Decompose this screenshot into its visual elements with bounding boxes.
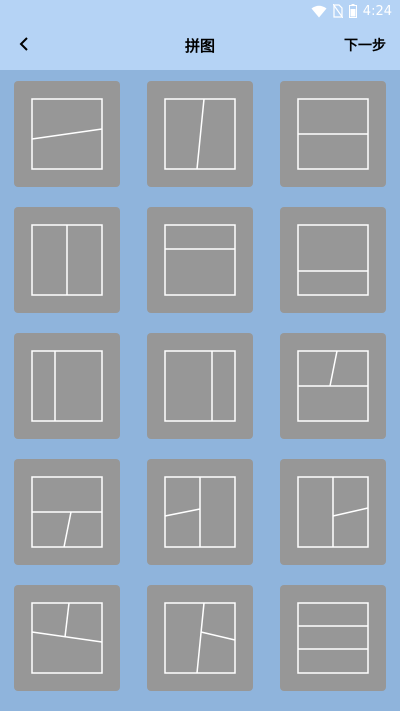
- layout-three-slanted-a-preview: [31, 602, 103, 674]
- layout-three-left-split-preview: [164, 476, 236, 548]
- template-tile-3[interactable]: [280, 81, 386, 187]
- status-bar: 4:24: [0, 0, 400, 22]
- layout-two-right-narrow-preview: [164, 350, 236, 422]
- template-tile-15[interactable]: [280, 585, 386, 691]
- no-sim-icon: [332, 4, 343, 18]
- template-tile-6[interactable]: [280, 207, 386, 313]
- template-grid: [0, 70, 400, 711]
- template-tile-10[interactable]: [14, 459, 120, 565]
- template-tile-11[interactable]: [147, 459, 253, 565]
- template-tile-13[interactable]: [14, 585, 120, 691]
- status-icons: 4:24: [311, 3, 392, 19]
- template-tile-5[interactable]: [147, 207, 253, 313]
- layout-three-top-split-preview: [297, 350, 369, 422]
- page-title: 拼图: [184, 37, 215, 55]
- layout-two-left-narrow-preview: [31, 350, 103, 422]
- template-tile-14[interactable]: [147, 585, 253, 691]
- app-bar: 拼图 下一步: [0, 22, 400, 70]
- layout-two-horizontal-preview: [297, 98, 369, 170]
- layout-two-slanted-vertical-preview: [164, 98, 236, 170]
- layout-two-vertical-preview: [31, 224, 103, 296]
- template-tile-4[interactable]: [14, 207, 120, 313]
- layout-three-horizontal-preview: [297, 602, 369, 674]
- battery-icon: [348, 4, 357, 18]
- layout-three-bottom-split-preview: [31, 476, 103, 548]
- status-time: 4:24: [362, 3, 392, 19]
- layout-three-right-split-preview: [297, 476, 369, 548]
- next-step-button[interactable]: 下一步: [344, 35, 386, 55]
- template-tile-9[interactable]: [280, 333, 386, 439]
- layout-two-top-narrow-preview: [164, 224, 236, 296]
- layout-two-slanted-horizontal-preview: [31, 98, 103, 170]
- template-tile-7[interactable]: [14, 333, 120, 439]
- template-tile-8[interactable]: [147, 333, 253, 439]
- template-tile-2[interactable]: [147, 81, 253, 187]
- template-tile-12[interactable]: [280, 459, 386, 565]
- layout-two-bottom-narrow-preview: [297, 224, 369, 296]
- wifi-icon: [311, 5, 327, 18]
- template-tile-1[interactable]: [14, 81, 120, 187]
- layout-three-slanted-b-preview: [164, 602, 236, 674]
